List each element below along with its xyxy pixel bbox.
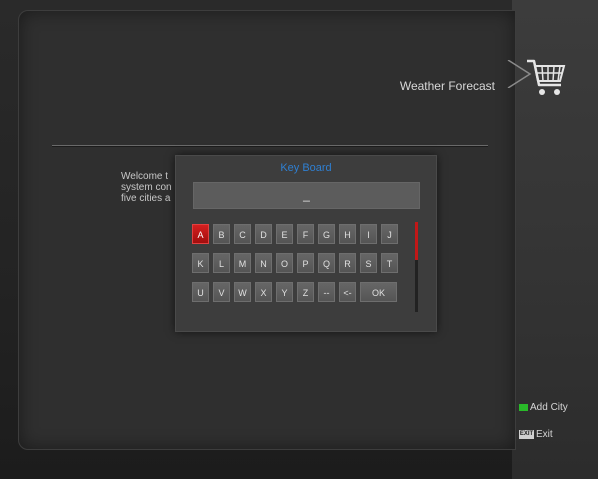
key-c[interactable]: C (234, 224, 251, 244)
key-u[interactable]: U (192, 282, 209, 302)
key-l[interactable]: L (213, 253, 230, 273)
key-n[interactable]: N (255, 253, 272, 273)
keyboard-title: Key Board (280, 162, 332, 174)
key-y[interactable]: Y (276, 282, 293, 302)
key-i[interactable]: I (360, 224, 377, 244)
key-t[interactable]: T (381, 253, 398, 273)
key-o[interactable]: O (276, 253, 293, 273)
exit-label: Exit (536, 429, 553, 440)
legend-add-city: Add City (519, 402, 568, 413)
key-backspace[interactable]: <- (339, 282, 356, 302)
key-s[interactable]: S (360, 253, 377, 273)
exit-key-icon: EXIT (519, 429, 534, 439)
keyboard-scrollbar[interactable] (415, 222, 418, 312)
key-e[interactable]: E (276, 224, 293, 244)
keyboard-dialog: Key Board _ A B C D E F G H I J K L M N … (175, 155, 437, 332)
welcome-text: Welcome t system con five cities a (121, 171, 172, 204)
key-x[interactable]: X (255, 282, 272, 302)
key-p[interactable]: P (297, 253, 314, 273)
key-g[interactable]: G (318, 224, 335, 244)
header-divider (52, 145, 488, 146)
key-h[interactable]: H (339, 224, 356, 244)
key-q[interactable]: Q (318, 253, 335, 273)
green-button-icon (519, 403, 528, 411)
key-j[interactable]: J (381, 224, 398, 244)
key-b[interactable]: B (213, 224, 230, 244)
key-k[interactable]: K (192, 253, 209, 273)
add-city-label: Add City (530, 402, 568, 413)
keyboard-input-field[interactable]: _ (193, 182, 420, 209)
key-ok[interactable]: OK (360, 282, 397, 302)
key-r[interactable]: R (339, 253, 356, 273)
key-space[interactable]: -- (318, 282, 335, 302)
key-f[interactable]: F (297, 224, 314, 244)
page-title: Weather Forecast (399, 79, 495, 93)
key-v[interactable]: V (213, 282, 230, 302)
key-m[interactable]: M (234, 253, 251, 273)
key-z[interactable]: Z (297, 282, 314, 302)
scrollbar-thumb[interactable] (415, 222, 418, 260)
shopping-cart-icon (527, 59, 566, 95)
legend-exit: EXIT Exit (519, 429, 553, 440)
key-a[interactable]: A (192, 224, 209, 244)
key-d[interactable]: D (255, 224, 272, 244)
key-w[interactable]: W (234, 282, 251, 302)
